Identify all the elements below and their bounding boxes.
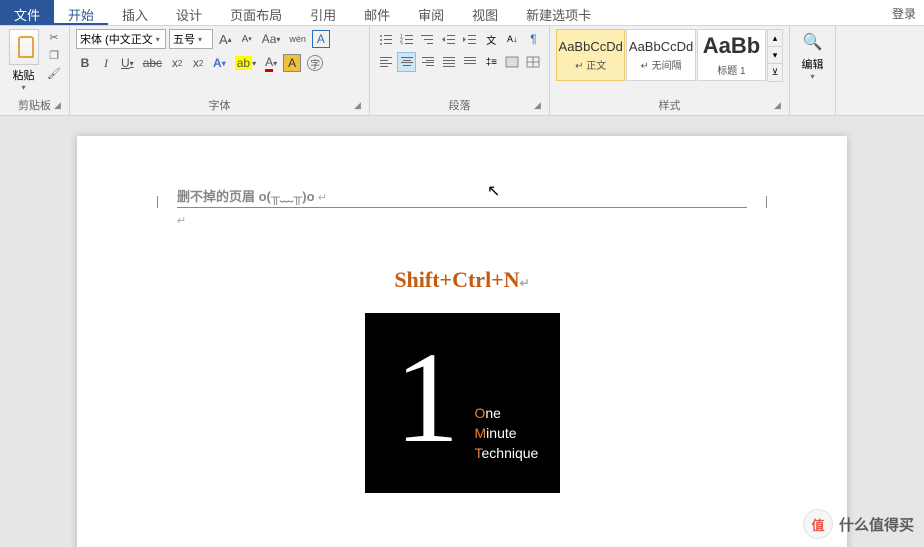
tab-design[interactable]: 设计 (162, 0, 216, 25)
multilevel-button[interactable] (418, 29, 437, 49)
ribbon-tabs: 文件 开始 插入 设计 页面布局 引用 邮件 审阅 视图 新建选项卡 登录 (0, 0, 924, 26)
login-link[interactable]: 登录 (884, 0, 924, 25)
tab-mailings[interactable]: 邮件 (350, 0, 404, 25)
line-spacing-button[interactable]: ‡≡ (482, 52, 501, 72)
format-painter-button[interactable]: 🖌 (45, 65, 63, 81)
page-header[interactable]: 删不掉的页眉 o(╥﹏╥)o ↵ ↖ (177, 186, 747, 208)
enclose-char-button[interactable]: 字 (304, 53, 326, 73)
style-nospacing[interactable]: AaBbCcDd ↵ 无间隔 (626, 29, 695, 81)
text-direction-button[interactable]: 文 (482, 29, 501, 49)
clipboard-icon (9, 29, 39, 65)
tab-references[interactable]: 引用 (296, 0, 350, 25)
italic-button[interactable]: I (97, 53, 115, 73)
distribute-button[interactable] (461, 52, 480, 72)
subscript-button[interactable]: x2 (168, 53, 186, 73)
underline-button[interactable]: U▾ (118, 53, 137, 73)
paragraph-launcher[interactable]: ◢ (534, 100, 546, 112)
bullets-button[interactable] (376, 29, 395, 49)
tab-layout[interactable]: 页面布局 (216, 0, 296, 25)
watermark-text: 什么值得买 (839, 514, 914, 535)
styles-expand-button[interactable]: ⊻ (768, 64, 782, 81)
document-area[interactable]: 删不掉的页眉 o(╥﹏╥)o ↵ ↖ ↵ Shift+Ctrl+N↵ 1 One… (0, 116, 924, 547)
increase-indent-button[interactable] (461, 29, 480, 49)
numbering-button[interactable]: 123 (397, 29, 416, 49)
borders-button[interactable] (524, 52, 543, 72)
char-border-button[interactable]: A (312, 30, 330, 48)
font-color-button[interactable]: A▾ (262, 53, 280, 73)
text-effects-button[interactable]: A▾ (210, 53, 229, 73)
svg-text:3: 3 (400, 42, 403, 45)
show-marks-button[interactable]: ¶ (524, 29, 543, 49)
header-text: 删不掉的页眉 o(╥﹏╥)o (177, 189, 315, 204)
shrink-font-button[interactable]: A▾ (238, 29, 256, 49)
justify-button[interactable] (440, 52, 459, 72)
style-heading1[interactable]: AaBb 标题 1 (697, 29, 766, 81)
tab-view[interactable]: 视图 (458, 0, 512, 25)
tab-insert[interactable]: 插入 (108, 0, 162, 25)
tab-review[interactable]: 审阅 (404, 0, 458, 25)
watermark-badge: 值 (803, 509, 833, 539)
cut-button[interactable]: ✂ (45, 29, 63, 45)
style-normal[interactable]: AaBbCcDd ↵ 正文 (556, 29, 625, 81)
align-center-button[interactable] (397, 52, 416, 72)
shading-button[interactable] (503, 52, 522, 72)
paste-label: 粘贴 (13, 67, 35, 83)
font-name-combo[interactable]: 宋体 (中文正文▾ (76, 29, 166, 49)
phonetic-button[interactable]: wén (286, 29, 309, 49)
font-size-combo[interactable]: 五号▾ (169, 29, 213, 49)
group-label-font: 字体 (70, 97, 369, 113)
bold-button[interactable]: B (76, 53, 94, 73)
clipboard-launcher[interactable]: ◢ (54, 100, 66, 112)
align-left-button[interactable] (376, 52, 395, 72)
styles-gallery-scroll: ▴ ▾ ⊻ (767, 29, 783, 82)
copy-button[interactable]: ❐ (45, 47, 63, 63)
tab-home[interactable]: 开始 (54, 0, 108, 25)
page[interactable]: 删不掉的页眉 o(╥﹏╥)o ↵ ↖ ↵ Shift+Ctrl+N↵ 1 One… (77, 136, 847, 547)
sort-button[interactable]: A↓ (503, 29, 522, 49)
paragraph-mark: ↵ (177, 214, 747, 227)
tab-newtab[interactable]: 新建选项卡 (512, 0, 605, 25)
grow-font-button[interactable]: A▴ (216, 29, 235, 49)
styles-down-button[interactable]: ▾ (768, 47, 782, 64)
group-label-paragraph: 段落 (370, 97, 549, 113)
decrease-indent-button[interactable] (439, 29, 458, 49)
font-launcher[interactable]: ◢ (354, 100, 366, 112)
highlight-button[interactable]: ab▾ (232, 53, 259, 73)
group-label-styles: 样式 (550, 97, 789, 113)
strikethrough-button[interactable]: abc (140, 53, 165, 73)
change-case-button[interactable]: Aa▾ (259, 29, 284, 49)
cursor-icon: ↖ (487, 181, 500, 201)
tab-file[interactable]: 文件 (0, 0, 54, 25)
group-label-editing: 编辑 (802, 56, 824, 72)
superscript-button[interactable]: x2 (189, 53, 207, 73)
align-right-button[interactable] (418, 52, 437, 72)
styles-launcher[interactable]: ◢ (774, 100, 786, 112)
styles-up-button[interactable]: ▴ (768, 30, 782, 47)
logo-image: 1 One Minute Technique (365, 313, 560, 493)
watermark: 值 什么值得买 (803, 509, 914, 539)
find-icon[interactable]: 🔍 (803, 32, 823, 52)
shortcut-text: Shift+Ctrl+N↵ (177, 267, 747, 293)
ribbon: 粘贴 ▾ ✂ ❐ 🖌 剪贴板 ◢ 宋体 (中文正文▾ 五号▾ A▴ A▾ Aa▾… (0, 26, 924, 116)
char-shading-button[interactable]: A (283, 54, 301, 72)
paste-button[interactable]: 粘贴 ▾ (6, 29, 41, 92)
